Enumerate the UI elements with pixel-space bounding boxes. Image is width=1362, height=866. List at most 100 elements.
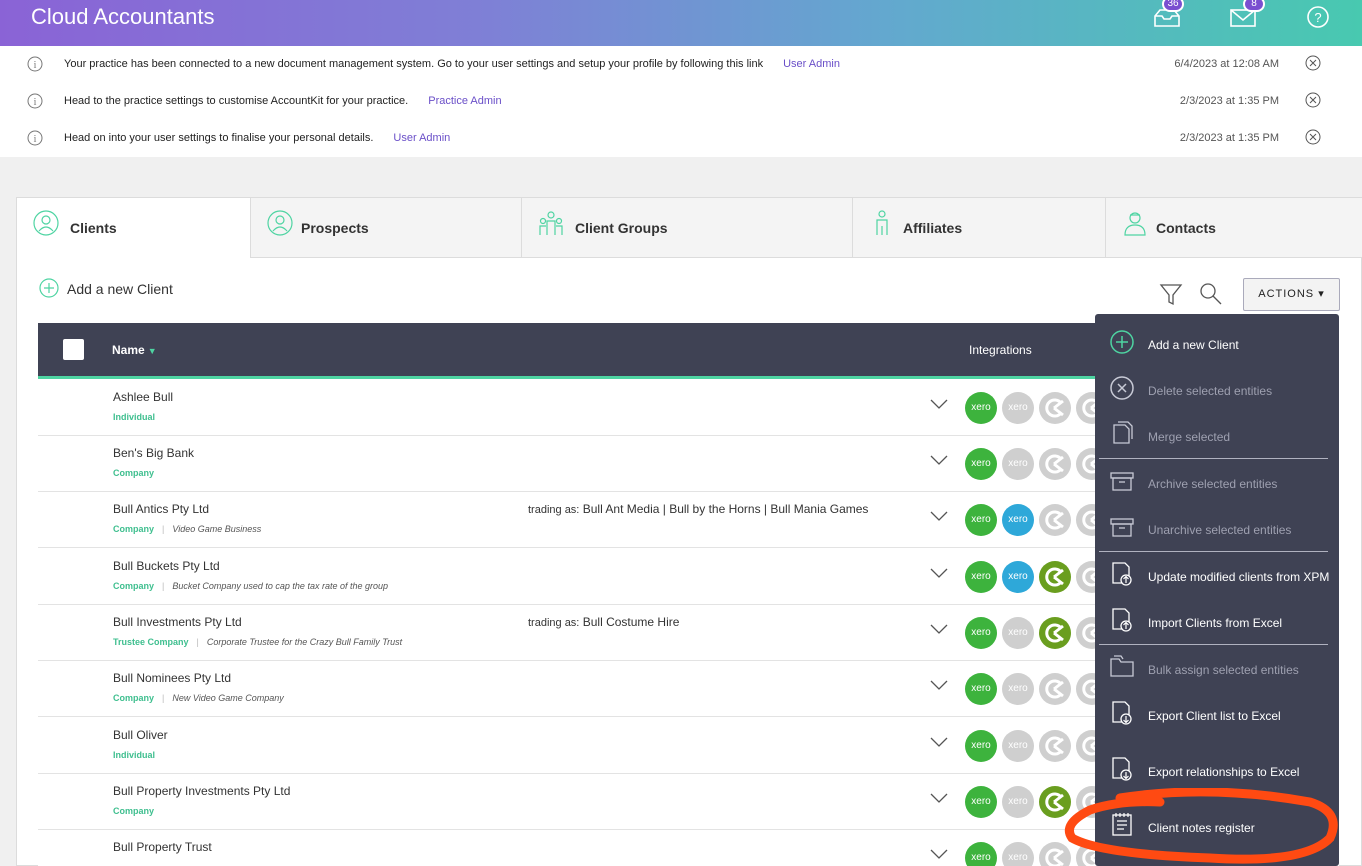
xero-icon[interactable]: xero	[965, 673, 997, 705]
menu-item-merge-selected[interactable]: Merge selected	[1095, 410, 1339, 454]
close-icon[interactable]	[1305, 92, 1321, 108]
practice-admin-link[interactable]: Practice Admin	[428, 95, 501, 107]
client-name[interactable]: Ben's Big Bank	[113, 446, 194, 460]
file-upload-icon	[1112, 562, 1132, 586]
xero-icon[interactable]: xero	[1002, 730, 1034, 762]
notification-date: 2/3/2023 at 1:35 PM	[1179, 132, 1279, 144]
client-name[interactable]: Bull Antics Pty Ltd	[113, 502, 209, 516]
menu-item-label: Import Clients from Excel	[1148, 616, 1283, 630]
name-column-header[interactable]: Name ▼	[112, 343, 157, 357]
file-download-icon	[1112, 757, 1132, 781]
file-upload-icon	[1112, 608, 1132, 632]
plus-circle-icon	[39, 278, 59, 298]
menu-divider	[1099, 458, 1328, 459]
chevron-down-icon[interactable]	[930, 510, 948, 522]
xpm-icon[interactable]	[1039, 448, 1071, 480]
close-icon[interactable]	[1305, 129, 1321, 145]
info-icon: i	[27, 56, 43, 72]
client-name[interactable]: Ashlee Bull	[113, 390, 173, 404]
chevron-down-icon[interactable]	[930, 398, 948, 410]
menu-item-label: Add a new Client	[1148, 338, 1239, 352]
inbox-count-badge: 36	[1162, 0, 1184, 12]
xpm-icon[interactable]	[1039, 392, 1071, 424]
menu-item-label: Export Client list to Excel	[1148, 709, 1281, 723]
entity-tabs: Clients Prospects Client Groups Affiliat…	[17, 198, 1362, 258]
user-admin-link[interactable]: User Admin	[393, 132, 450, 144]
tab-clients[interactable]: Clients	[17, 198, 251, 258]
search-icon[interactable]	[1199, 282, 1223, 306]
xpm-icon[interactable]	[1039, 504, 1071, 536]
notification-message: Head to the practice settings to customi…	[64, 95, 502, 107]
xero-icon[interactable]: xero	[965, 392, 997, 424]
menu-item-bulk-assign-selected-entities[interactable]: Bulk assign selected entities	[1095, 643, 1339, 687]
mail-icon[interactable]: 8	[1229, 0, 1265, 30]
filter-icon[interactable]	[1159, 282, 1183, 306]
entity-type: Company	[113, 806, 155, 816]
menu-item-archive-selected-entities[interactable]: Archive selected entities	[1095, 457, 1339, 501]
notification-message: Head on into your user settings to final…	[64, 132, 451, 144]
xero-icon[interactable]: xero	[1002, 673, 1034, 705]
xero-icon[interactable]: xero	[1002, 448, 1034, 480]
xero-icon[interactable]: xero	[1002, 842, 1034, 866]
client-description: Bucket Company used to cap the tax rate …	[172, 581, 388, 591]
xero-icon[interactable]: xero	[965, 617, 997, 649]
select-all-checkbox[interactable]	[63, 339, 84, 360]
xero-icon[interactable]: xero	[1002, 786, 1034, 818]
chevron-down-icon[interactable]	[930, 848, 948, 860]
integrations-cell: xero xero	[965, 617, 1115, 649]
client-name[interactable]: Bull Property Trust	[113, 840, 212, 854]
integrations-cell: xero xero	[965, 448, 1115, 480]
xpm-icon[interactable]	[1039, 730, 1071, 762]
menu-item-unarchive-selected-entities[interactable]: Unarchive selected entities	[1095, 503, 1339, 547]
xero-icon[interactable]: xero	[1002, 617, 1034, 649]
menu-item-export-client-list-to-excel[interactable]: Export Client list to Excel	[1095, 689, 1339, 733]
chevron-down-icon[interactable]	[930, 736, 948, 748]
client-name[interactable]: Bull Oliver	[113, 728, 168, 742]
xpm-icon[interactable]	[1039, 617, 1071, 649]
standing-person-icon	[876, 210, 888, 235]
help-icon[interactable]: ?	[1305, 4, 1335, 30]
tab-prospects[interactable]: Prospects	[251, 198, 522, 258]
tab-contacts[interactable]: Contacts	[1106, 198, 1362, 258]
xero-icon[interactable]: xero	[1002, 504, 1034, 536]
user-admin-link[interactable]: User Admin	[783, 58, 840, 70]
actions-button[interactable]: ACTIONS ▾	[1243, 278, 1340, 311]
menu-item-export-relationships-to-excel[interactable]: Export relationships to Excel	[1095, 745, 1339, 789]
client-name[interactable]: Bull Buckets Pty Ltd	[113, 559, 220, 573]
chevron-down-icon[interactable]	[930, 679, 948, 691]
client-name[interactable]: Bull Nominees Pty Ltd	[113, 671, 231, 685]
chevron-down-icon[interactable]	[930, 454, 948, 466]
chevron-down-icon[interactable]	[930, 792, 948, 804]
client-meta: Company	[113, 468, 154, 478]
menu-item-update-modified-clients-from-xpm[interactable]: Update modified clients from XPM	[1095, 550, 1339, 594]
tab-label: Client Groups	[575, 220, 668, 236]
xero-icon[interactable]: xero	[1002, 392, 1034, 424]
tab-affiliates[interactable]: Affiliates	[853, 198, 1106, 258]
client-name[interactable]: Bull Property Investments Pty Ltd	[113, 784, 290, 798]
client-description: New Video Game Company	[172, 693, 284, 703]
menu-item-label: Export relationships to Excel	[1148, 765, 1300, 779]
inbox-icon[interactable]: 36	[1152, 0, 1184, 30]
xero-icon[interactable]: xero	[965, 786, 997, 818]
xero-icon[interactable]: xero	[965, 842, 997, 866]
xpm-icon[interactable]	[1039, 673, 1071, 705]
menu-item-import-clients-from-excel[interactable]: Import Clients from Excel	[1095, 596, 1339, 640]
menu-item-label: Archive selected entities	[1148, 477, 1278, 491]
xero-icon[interactable]: xero	[965, 448, 997, 480]
xero-icon[interactable]: xero	[965, 730, 997, 762]
chevron-down-icon[interactable]	[930, 623, 948, 635]
client-description: Corporate Trustee for the Crazy Bull Fam…	[206, 637, 403, 647]
xero-icon[interactable]: xero	[1002, 561, 1034, 593]
menu-item-add-a-new-client[interactable]: Add a new Client	[1095, 318, 1339, 362]
person-icon	[33, 210, 59, 236]
close-icon[interactable]	[1305, 55, 1321, 71]
info-icon: i	[27, 130, 43, 146]
xero-icon[interactable]: xero	[965, 561, 997, 593]
menu-item-delete-selected-entities[interactable]: Delete selected entities	[1095, 364, 1339, 408]
chevron-down-icon[interactable]	[930, 567, 948, 579]
notifications-list: i Your practice has been connected to a …	[0, 46, 1362, 157]
client-name[interactable]: Bull Investments Pty Ltd	[113, 615, 242, 629]
xero-icon[interactable]: xero	[965, 504, 997, 536]
xpm-icon[interactable]	[1039, 561, 1071, 593]
tab-client-groups[interactable]: Client Groups	[522, 198, 853, 258]
